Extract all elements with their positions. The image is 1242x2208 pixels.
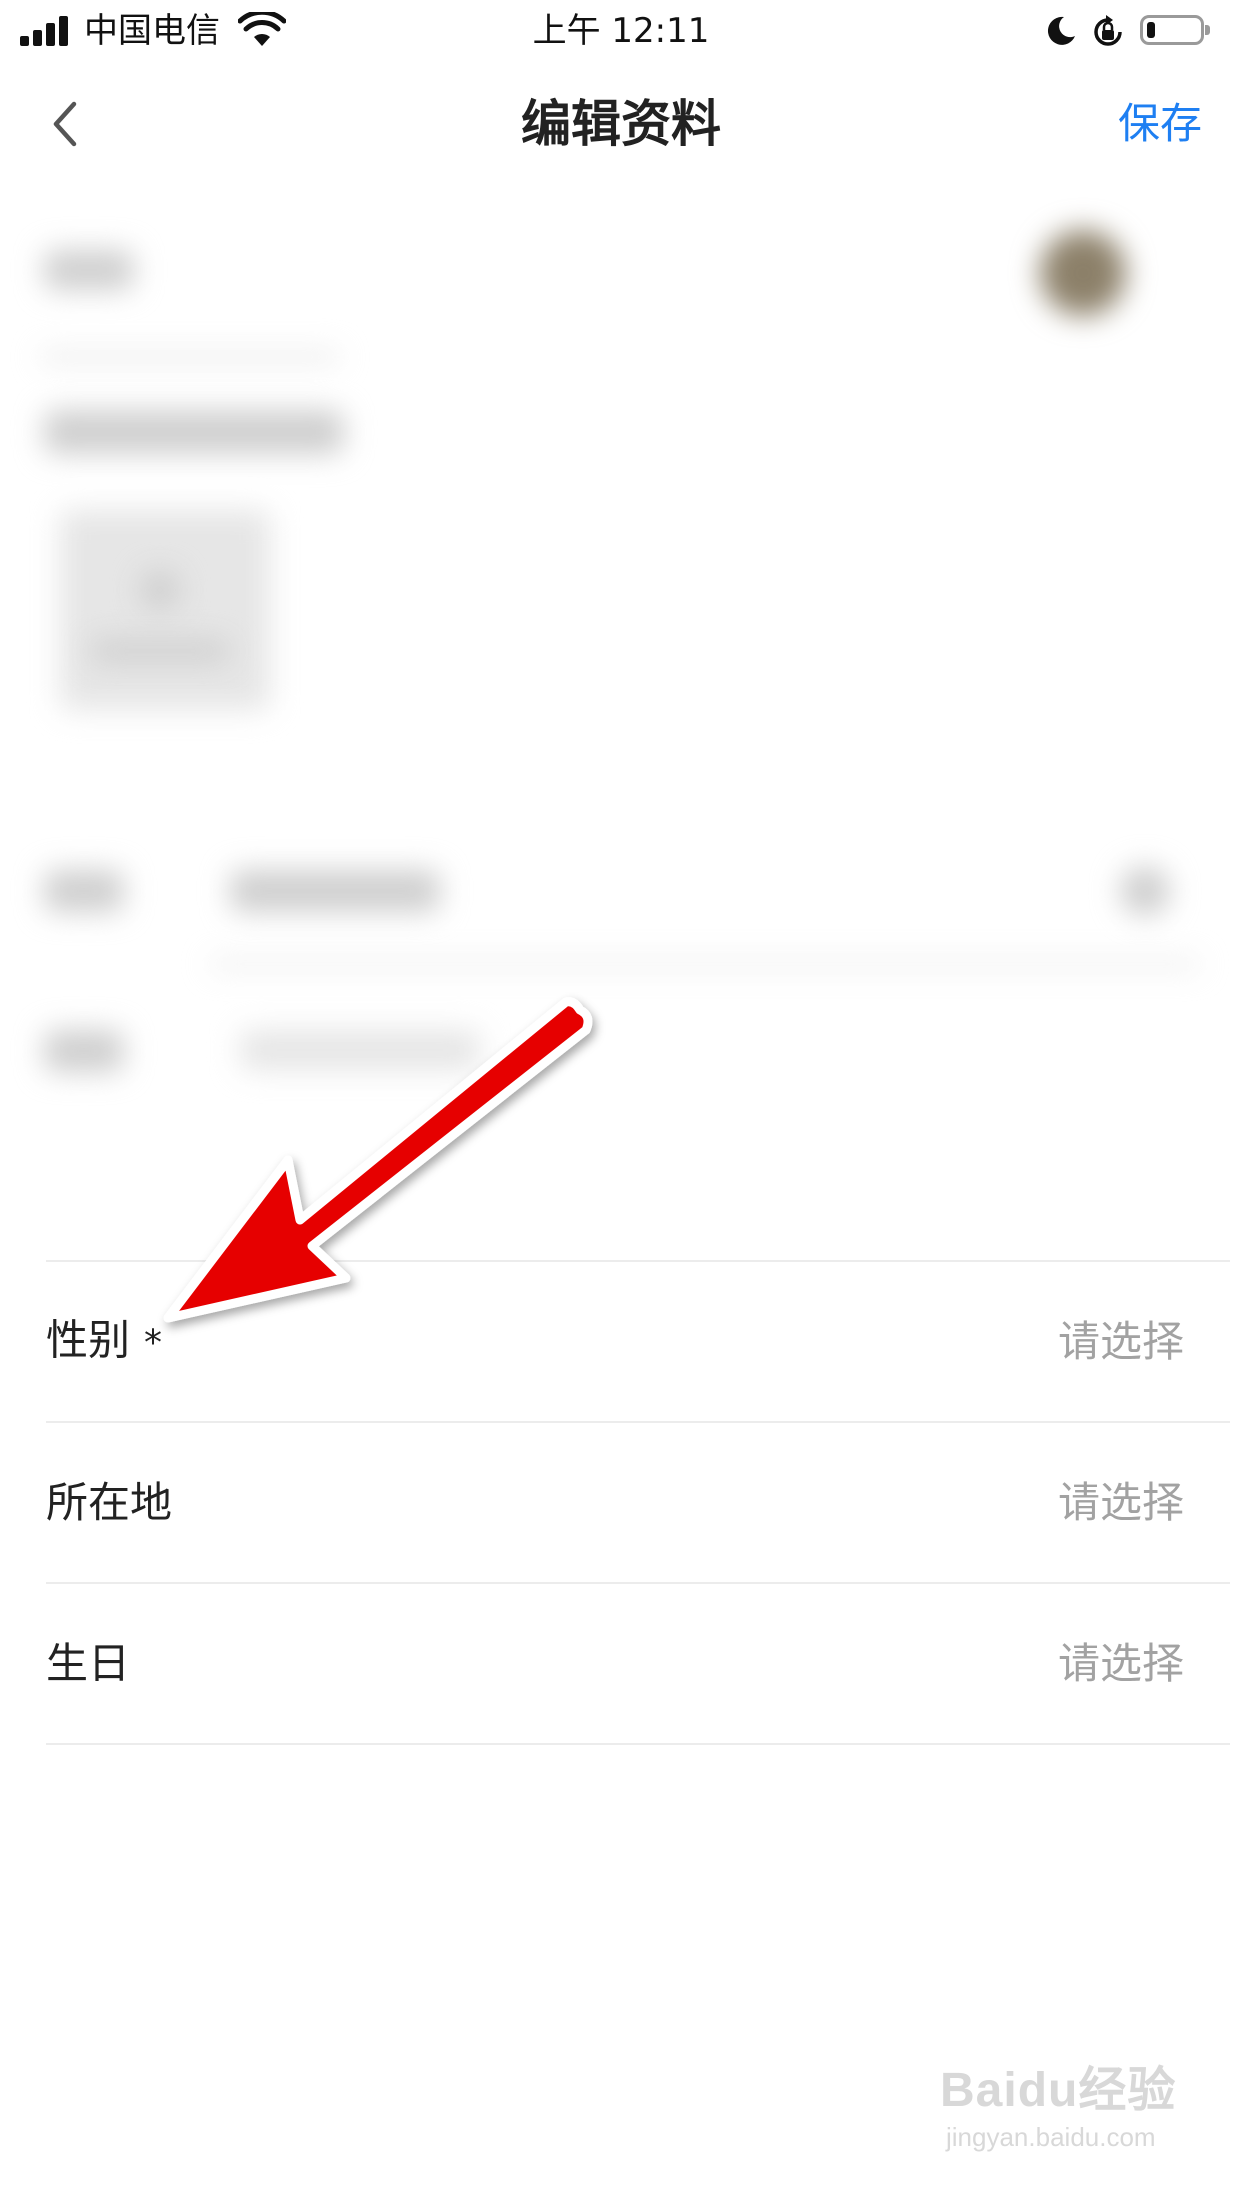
navigation-bar: 编辑资料 保存 (0, 62, 1242, 187)
blurred-add-photo-icon (140, 570, 180, 610)
blurred-field-label (44, 1030, 124, 1072)
profile-form: 性别 * 请选择 所在地 请选择 生日 请选择 (46, 1260, 1230, 1745)
watermark-logo: Baidu经验 (940, 2064, 1177, 2117)
blurred-profile-section (0, 190, 1242, 1090)
location-select[interactable]: 请选择 (1058, 1473, 1184, 1533)
save-button[interactable]: 保存 (1118, 94, 1202, 154)
gender-row[interactable]: 性别 * 请选择 (46, 1262, 1230, 1423)
battery-icon (1140, 15, 1210, 45)
blurred-avatar-label (44, 250, 134, 290)
blurred-divider (40, 352, 340, 362)
blurred-avatar[interactable] (1040, 230, 1126, 316)
blurred-album-label (44, 410, 344, 454)
page-title: 编辑资料 (521, 95, 721, 153)
blurred-photo-upload[interactable] (60, 510, 270, 710)
blurred-field-value (230, 870, 440, 912)
rotation-lock-icon (1094, 15, 1122, 46)
blurred-field-icon (1120, 866, 1170, 916)
gender-label: 性别 * (46, 1310, 162, 1373)
status-bar: 中国电信 上午 12:11 (0, 0, 1242, 62)
watermark: Baidu经验 jingyan.baidu.com (940, 2050, 1190, 2170)
birthday-row[interactable]: 生日 请选择 (46, 1584, 1230, 1745)
location-label: 所在地 (46, 1477, 173, 1527)
battery-level (1147, 22, 1155, 38)
gender-select[interactable]: 请选择 (1058, 1312, 1184, 1372)
do-not-disturb-icon (1047, 16, 1075, 45)
birthday-select[interactable]: 请选择 (1058, 1634, 1184, 1694)
required-mark: * (144, 1322, 163, 1363)
watermark-url: jingyan.baidu.com (946, 2122, 1156, 2152)
location-row[interactable]: 所在地 请选择 (46, 1423, 1230, 1584)
blurred-add-photo-label (90, 640, 230, 662)
blurred-divider (210, 960, 1200, 968)
birthday-label: 生日 (46, 1638, 131, 1688)
blurred-field-value (240, 1030, 480, 1070)
blurred-field-label (44, 870, 124, 912)
gender-label-text: 性别 (46, 1315, 131, 1364)
